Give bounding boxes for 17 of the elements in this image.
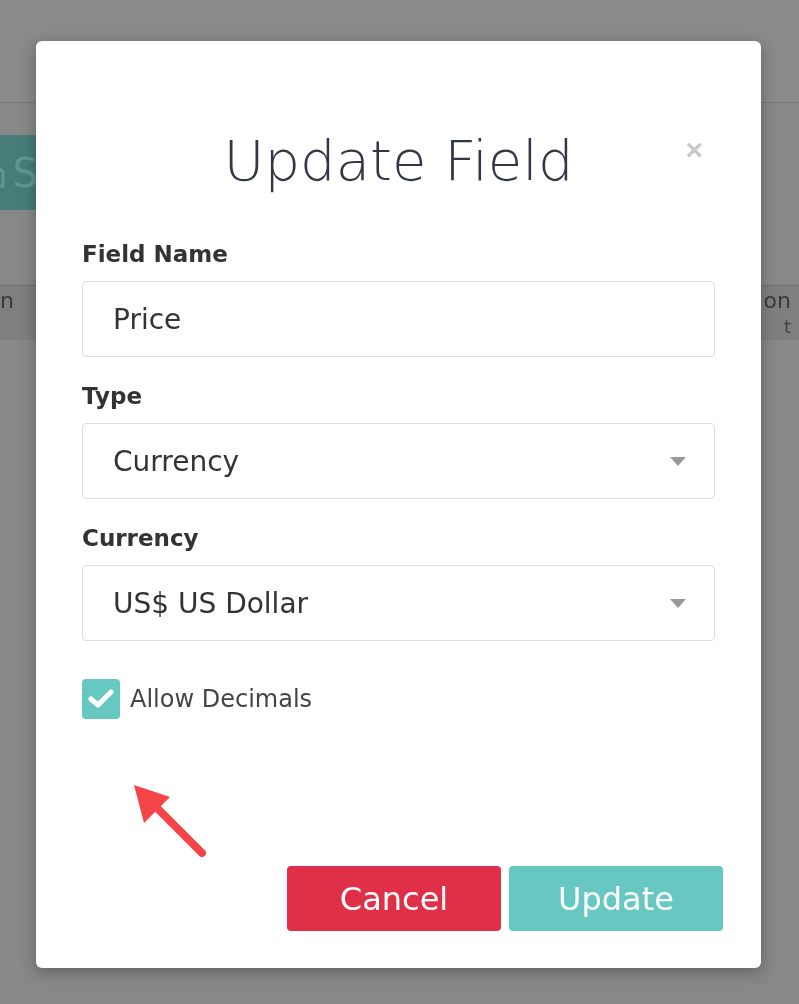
column-header: on <box>763 287 791 314</box>
caret-icon <box>670 456 686 466</box>
column-header: n <box>0 287 14 315</box>
caret-icon <box>670 598 686 608</box>
select-field[interactable]: Currency <box>82 423 715 499</box>
check-icon <box>88 689 114 709</box>
checkbox[interactable] <box>82 679 120 719</box>
cancel-button[interactable]: Cancel <box>287 866 501 931</box>
input-field[interactable]: Price <box>82 281 715 357</box>
field-label: Field Name <box>82 241 229 267</box>
field-label: Type <box>82 383 143 409</box>
dialog-title: Update Field <box>223 129 574 193</box>
field-label: Currency <box>82 525 200 551</box>
select-field[interactable]: US$ US Dollar <box>82 565 715 641</box>
column-subheader: t <box>783 315 791 339</box>
checkbox-label: Allow Decimals <box>130 685 313 713</box>
arrow-annotation <box>134 785 206 857</box>
